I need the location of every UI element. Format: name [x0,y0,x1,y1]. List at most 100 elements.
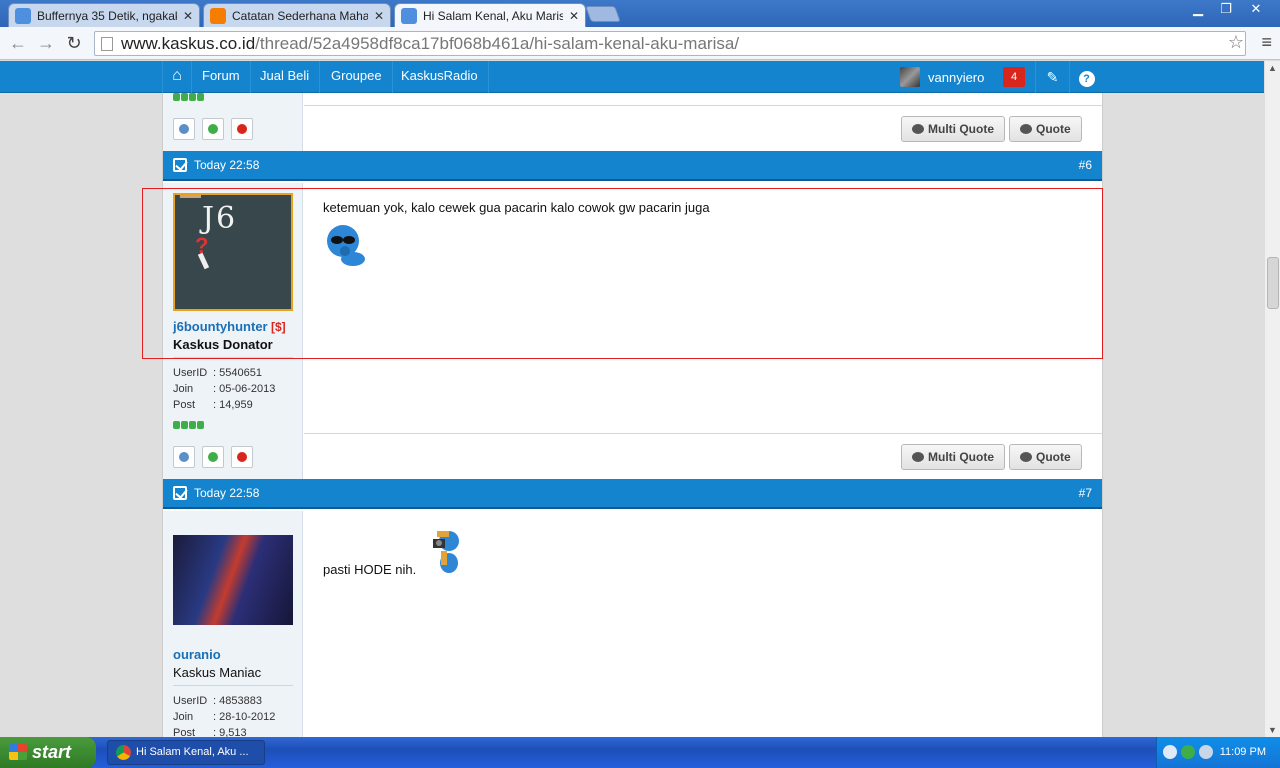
page-viewport: Multi Quote Quote Today 22:58 #6 J6 ? j6… [0,61,1264,737]
reload-icon[interactable]: ↻ [62,32,86,56]
forward-arrow-icon[interactable]: → [34,32,58,56]
meta-label: Post [173,399,196,411]
scrollbar-thumb[interactable] [1267,257,1279,309]
give-reputation-icon[interactable] [202,446,224,468]
scroll-up-icon[interactable]: ▲ [1268,63,1277,73]
meta-value: : 9,513 [213,727,247,737]
nav-kaskusradio[interactable]: KaskusRadio [391,61,489,93]
restore-icon[interactable]: ❐ [1212,0,1240,20]
tab-title: Catatan Sederhana Mahasis [232,8,368,23]
back-arrow-icon[interactable]: ← [6,32,30,56]
meta-value: : 05-06-2013 [213,383,276,395]
nav-groupee[interactable]: Groupee [321,61,393,93]
kaskus-favicon-icon [401,7,417,24]
view-profile-icon[interactable] [173,118,195,140]
address-bar[interactable]: www.kaskus.co.id/thread/52a4958df8ca17bf… [94,31,1246,56]
quote-button[interactable]: Quote [1009,444,1082,470]
taskbar-item-label: Hi Salam Kenal, Aku ... [136,746,249,758]
post-header: Today 22:58 #7 [163,479,1102,509]
url-host: www.kaskus.co.id [121,33,256,53]
close-tab-icon[interactable]: ✕ [569,9,579,23]
nav-forum[interactable]: Forum [192,61,251,93]
post-time: Today 22:58 [194,486,260,500]
meta-label: Post [173,727,196,737]
page-icon [101,36,113,51]
username-link[interactable]: ouranio [173,647,221,662]
multi-quote-button[interactable]: Multi Quote [901,116,1005,142]
close-tab-icon[interactable]: ✕ [374,9,384,23]
thread-content: Multi Quote Quote Today 22:58 #6 J6 ? j6… [162,61,1103,737]
meta-value: : 4853883 [213,695,262,707]
report-icon[interactable] [231,118,253,140]
reputation-bar [173,93,204,101]
view-profile-icon[interactable] [173,446,195,468]
photographer-emoticon-icon [433,531,459,573]
minimize-icon[interactable]: ▁ [1184,0,1212,20]
kaskus-favicon-icon [15,7,31,24]
selection-highlight [142,188,1103,359]
user-meta: UserID: 4853883 Join: 28-10-2012 Post: 9… [173,693,275,737]
user-menu[interactable]: vannyiero [900,67,984,87]
system-tray: 11:09 PM [1156,737,1280,768]
give-reputation-icon[interactable] [202,118,224,140]
browser-tab-1[interactable]: Buffernya 35 Detik, ngakakn ✕ [8,3,200,27]
user-actions [173,446,253,468]
close-tab-icon[interactable]: ✕ [183,9,193,23]
tab-title: Buffernya 35 Detik, ngakakn [37,8,177,23]
checkbox-icon[interactable] [173,158,187,172]
taskbar-chrome-window[interactable]: Hi Salam Kenal, Aku ... [107,740,265,765]
new-tab-button[interactable] [585,6,621,22]
tab-title: Hi Salam Kenal, Aku Marisa [423,8,563,23]
meta-value: : 5540651 [213,367,262,379]
avatar[interactable] [173,535,293,625]
user-meta: UserID : 5540651 Join : 05-06-2013 Post : 1… [173,365,275,413]
tray-arrow-icon[interactable] [1163,745,1177,759]
scroll-down-icon[interactable]: ▼ [1268,725,1277,735]
tray-network-icon[interactable] [1181,745,1195,759]
browser-tab-3-active[interactable]: Hi Salam Kenal, Aku Marisa ✕ [394,3,586,27]
taskbar: start Hi Salam Kenal, Aku ... 11:09 PM [0,737,1280,768]
pencil-icon[interactable]: ✎ [1035,61,1069,93]
post-number[interactable]: #6 [1079,158,1092,172]
multi-quote-button[interactable]: Multi Quote [901,444,1005,470]
reputation-bar [173,421,204,429]
tray-volume-icon[interactable] [1199,745,1213,759]
notification-badge[interactable]: 4 [1003,67,1025,87]
nav-jual-beli[interactable]: Jual Beli [250,61,321,93]
kaskus-navbar: ⌂ Forum Jual Beli Groupee KaskusRadio va… [0,61,1264,93]
meta-value: : 14,959 [213,399,253,411]
windows-flag-icon [9,744,27,760]
post-time: Today 22:58 [194,158,260,172]
nav-username: vannyiero [928,69,985,85]
checkbox-icon[interactable] [173,486,187,500]
start-button[interactable]: start [0,737,96,768]
help-icon[interactable]: ? [1069,61,1103,93]
post-sidebar: ouranio Kaskus Maniac UserID: 4853883 Jo… [163,511,303,737]
bookmark-star-icon[interactable]: ☆ [1228,32,1244,53]
post-header: Today 22:58 #6 [163,151,1102,181]
close-window-icon[interactable]: ✕ [1242,0,1270,20]
post-number[interactable]: #7 [1079,486,1092,500]
meta-label: UserID [173,367,208,379]
home-icon[interactable]: ⌂ [162,61,192,93]
divider [173,685,293,686]
meta-label: Join [173,711,194,723]
blogger-favicon-icon [210,7,226,24]
url-path: /thread/52a4958df8ca17bf068b461a/hi-sala… [255,33,740,53]
browser-toolbar: ← → ↻ www.kaskus.co.id/thread/52a4958df8… [0,27,1280,60]
clock: 11:09 PM [1219,746,1266,758]
meta-label: UserID [173,695,208,707]
page-scrollbar[interactable]: ▲ ▼ [1264,61,1280,737]
divider [304,105,1102,106]
browser-tab-2[interactable]: Catatan Sederhana Mahasis ✕ [203,3,391,27]
divider [304,433,1102,434]
chrome-icon [116,745,131,760]
browser-tab-strip: Buffernya 35 Detik, ngakakn ✕ Catatan Se… [0,0,1280,27]
meta-label: Join [173,383,194,395]
quote-button[interactable]: Quote [1009,116,1082,142]
chrome-menu-icon[interactable]: ≡ [1261,32,1272,53]
user-avatar [900,67,920,87]
post-message: pasti HODE nih. [323,562,417,577]
user-actions [173,118,253,140]
report-icon[interactable] [231,446,253,468]
